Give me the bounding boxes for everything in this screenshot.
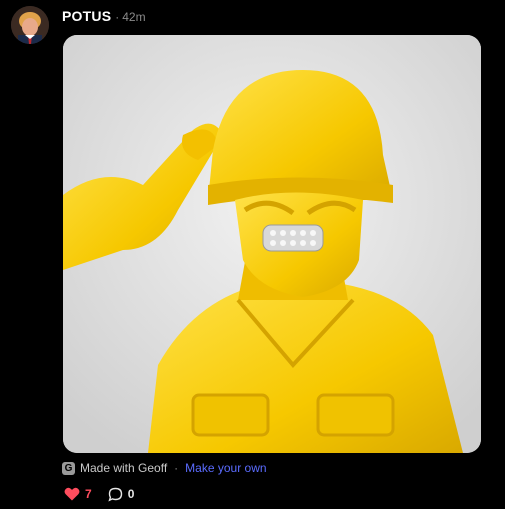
author-name[interactable]: POTUS bbox=[62, 8, 111, 24]
avatar[interactable] bbox=[11, 6, 49, 44]
post-timestamp[interactable]: 42m bbox=[122, 10, 145, 24]
header-separator: · bbox=[115, 10, 120, 24]
post-header: POTUS · 42m bbox=[62, 8, 146, 26]
comment-button[interactable]: 0 bbox=[108, 487, 135, 502]
attribution-bar: G Made with Geoff · Make your own bbox=[62, 460, 267, 476]
post-actions: 7 0 bbox=[64, 486, 134, 502]
like-count: 7 bbox=[85, 487, 92, 501]
comment-count: 0 bbox=[127, 487, 135, 501]
make-your-own-link[interactable]: Make your own bbox=[185, 461, 266, 475]
made-with-label[interactable]: Made with Geoff bbox=[80, 461, 167, 475]
post-image[interactable] bbox=[63, 35, 481, 453]
heart-icon bbox=[64, 487, 80, 501]
post-card: POTUS · 42m G Made with Geoff · Make you… bbox=[0, 0, 505, 509]
attribution-separator: · bbox=[174, 461, 179, 475]
like-button[interactable]: 7 bbox=[64, 487, 92, 501]
comment-bubble-icon bbox=[108, 487, 122, 501]
geoff-logo-icon: G bbox=[62, 461, 75, 475]
